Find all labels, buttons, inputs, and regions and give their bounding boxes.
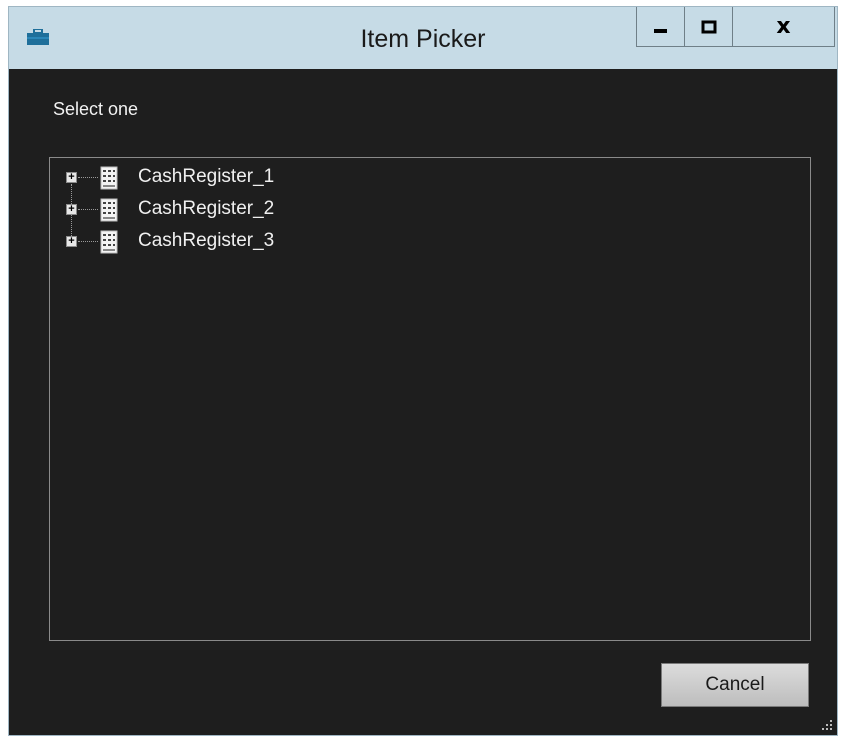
minimize-button[interactable]: [636, 7, 684, 47]
minimize-icon: [653, 28, 667, 33]
resize-grip-icon[interactable]: [819, 717, 833, 731]
title-bar[interactable]: Item Picker x: [9, 7, 837, 69]
tree-connector: [78, 241, 98, 242]
cash-register-icon: [100, 230, 118, 254]
cash-register-icon: [100, 198, 118, 222]
tree-node-cashregister-3[interactable]: + CashRegister_3: [50, 228, 810, 256]
dialog-body: Select one + CashRegister_1 + CashRegist…: [9, 69, 837, 735]
maximize-button[interactable]: [684, 7, 732, 47]
maximize-icon: [701, 20, 716, 33]
item-tree[interactable]: + CashRegister_1 + CashRegister_2 + Cash…: [49, 157, 811, 641]
close-button[interactable]: x: [732, 7, 835, 47]
expand-icon[interactable]: +: [66, 236, 77, 247]
tree-node-label: CashRegister_3: [138, 230, 275, 251]
expand-icon[interactable]: +: [66, 172, 77, 183]
prompt-label: Select one: [53, 99, 139, 119]
tree-node-label: CashRegister_1: [138, 166, 275, 187]
expand-icon[interactable]: +: [66, 204, 77, 215]
tree-node-cashregister-1[interactable]: + CashRegister_1: [50, 164, 810, 192]
tree-connector: [78, 177, 98, 178]
cancel-button[interactable]: Cancel: [661, 663, 809, 707]
cash-register-icon: [100, 166, 118, 190]
item-picker-window: Item Picker x Select one + CashRegister_…: [8, 6, 838, 736]
tree-connector: [78, 209, 98, 210]
tree-node-cashregister-2[interactable]: + CashRegister_2: [50, 196, 810, 224]
close-icon: x: [776, 14, 791, 39]
tree-node-label: CashRegister_2: [138, 198, 275, 219]
